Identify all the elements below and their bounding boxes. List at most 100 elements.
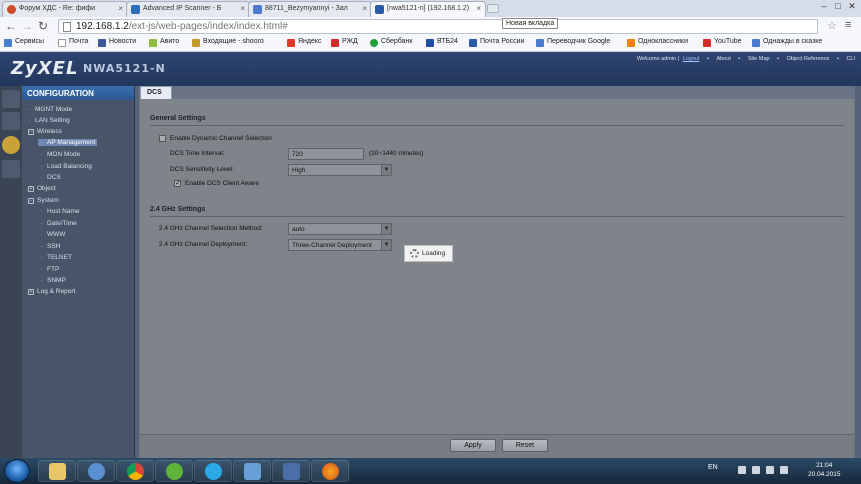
close-tab-icon[interactable]: × xyxy=(118,4,123,13)
bookmark-star-icon[interactable]: ☆ xyxy=(827,19,837,32)
close-tab-icon[interactable]: × xyxy=(362,4,367,13)
url-path: /ext-js/web-pages/index/index.html# xyxy=(128,21,288,32)
back-icon[interactable]: ← xyxy=(5,19,17,33)
object-reference-link[interactable]: ▪ Object Reference xyxy=(777,56,829,62)
about-link[interactable]: ▪ About xyxy=(707,56,731,62)
tab-dcs[interactable]: DCS xyxy=(140,86,172,99)
browser-tab-active[interactable]: [nwa5121-n] (192.168.1.2) × xyxy=(370,1,486,17)
bookmark-item[interactable]: РЖД xyxy=(331,38,358,47)
close-window-icon[interactable]: ✕ xyxy=(845,1,859,12)
maximize-icon[interactable]: □ xyxy=(831,1,845,11)
expand-icon[interactable]: + xyxy=(28,186,34,192)
sidebar-item-load-balancing[interactable]: · Load Balancing xyxy=(40,163,91,170)
bookmark-item[interactable]: Входящие - shooro xyxy=(192,38,264,47)
chevron-down-icon: ▼ xyxy=(381,165,391,175)
folder-icon xyxy=(49,463,66,480)
sidebar-item-label: LAN Setting xyxy=(35,117,70,124)
tray-up-arrow-icon[interactable] xyxy=(738,466,746,474)
bookmark-item[interactable]: Новости xyxy=(98,38,136,47)
taskbar-app-paint[interactable] xyxy=(272,460,310,482)
sidebar-item-lan-setting[interactable]: · LAN Setting xyxy=(28,117,70,124)
sidebar-item-www[interactable]: · WWW xyxy=(40,231,65,238)
channel-deployment-select[interactable]: Three-Channel Deployment ▼ xyxy=(288,239,392,251)
browser-tab[interactable]: Форум ХДС - Re: фифи × xyxy=(2,1,128,17)
bookmark-item[interactable]: Почта России xyxy=(469,38,525,47)
sidebar-item-telnet[interactable]: · TELNET xyxy=(40,254,72,261)
bullet-icon: · xyxy=(40,220,43,227)
dcs-interval-input[interactable]: 720 xyxy=(288,148,364,160)
sidebar-item-snmp[interactable]: · SNMP xyxy=(40,277,65,284)
action-center-icon[interactable] xyxy=(752,466,760,474)
sidebar-item-mgnt-mode[interactable]: · MGNT Mode xyxy=(28,106,72,113)
channel-method-select[interactable]: auto ▼ xyxy=(288,223,392,235)
sidebar-item-dcs[interactable]: · DCS xyxy=(40,174,60,181)
clock[interactable]: 21:04 20.04.2015 xyxy=(808,461,841,479)
minimize-icon[interactable]: – xyxy=(817,1,831,11)
sidebar-item-host-name[interactable]: · Host Name xyxy=(40,208,79,215)
bookmark-label: Почта России xyxy=(480,38,525,45)
taskbar-app-utorrent[interactable] xyxy=(155,460,193,482)
bookmark-item[interactable]: Сервисы xyxy=(4,38,44,47)
close-tab-icon[interactable]: × xyxy=(240,4,245,13)
bookmark-item[interactable]: Сбербанк xyxy=(370,38,412,47)
sidebar-item-ssh[interactable]: · SSH xyxy=(40,243,60,250)
expand-icon[interactable]: + xyxy=(28,289,34,295)
browser-tab[interactable]: 88711_Bezymyannyi - Зал × xyxy=(248,1,372,17)
sidebar-item-ftp[interactable]: · FTP xyxy=(40,266,59,273)
sidebar-item-mon-mode[interactable]: · MON Mode xyxy=(40,151,80,158)
bookmark-item[interactable]: YouTube xyxy=(703,38,742,47)
logout-link[interactable]: Logout xyxy=(683,56,700,62)
browser-tab[interactable]: Advanced IP Scanner - Б × xyxy=(126,1,250,17)
dcs-sensitivity-select[interactable]: High ▼ xyxy=(288,164,392,176)
sidebar-item-system[interactable]: − System xyxy=(28,197,59,204)
chevron-down-icon: ▼ xyxy=(381,240,391,250)
bullet-icon: · xyxy=(40,139,43,146)
bookmark-item[interactable]: Одноклассники xyxy=(627,38,688,47)
sitemap-link[interactable]: ▪ Site Map xyxy=(738,56,769,62)
collapse-icon[interactable]: − xyxy=(28,129,34,135)
reload-icon[interactable]: ↻ xyxy=(38,19,48,33)
new-tab-button[interactable] xyxy=(487,4,499,13)
enable-dcs-checkbox[interactable] xyxy=(159,135,166,142)
taskbar-app-explorer[interactable] xyxy=(38,460,76,482)
bookmark-item[interactable]: Авито xyxy=(149,38,179,47)
apply-button[interactable]: Apply xyxy=(450,439,496,452)
dashboard-icon[interactable] xyxy=(2,90,20,108)
menu-icon[interactable]: ≡ xyxy=(845,19,851,31)
client-aware-checkbox[interactable]: ✓ xyxy=(174,180,181,187)
close-tab-icon[interactable]: × xyxy=(476,4,481,13)
sidebar-item-date-time[interactable]: · Date/Time xyxy=(40,220,76,227)
sidebar-item-log-report[interactable]: + Log & Report xyxy=(28,288,75,295)
sitemap-label: Site Map xyxy=(747,56,770,62)
forward-icon[interactable]: → xyxy=(21,19,33,33)
sidebar-item-wireless[interactable]: − Wireless xyxy=(28,128,62,135)
collapse-icon[interactable]: − xyxy=(28,198,34,204)
bookmark-item[interactable]: Почта xyxy=(58,38,88,47)
taskbar-app-chrome[interactable] xyxy=(116,460,154,482)
sidebar-item-object[interactable]: + Object xyxy=(28,185,56,192)
taskbar-app-firefox[interactable] xyxy=(311,460,349,482)
site-favicon-icon xyxy=(131,5,140,14)
taskbar-app-network[interactable] xyxy=(77,460,115,482)
sidebar-item-ap-management[interactable]: · AP Management xyxy=(38,139,98,146)
bookmark-label: РЖД xyxy=(342,38,358,45)
volume-icon[interactable] xyxy=(780,466,788,474)
start-button[interactable] xyxy=(4,459,30,483)
network-tray-icon[interactable] xyxy=(766,466,774,474)
configuration-gear-icon[interactable] xyxy=(2,136,20,154)
cli-label: CLI xyxy=(846,56,855,62)
reset-button[interactable]: Reset xyxy=(502,439,548,452)
bookmark-item[interactable]: ВТБ24 xyxy=(426,38,458,47)
divider xyxy=(150,125,844,126)
bookmark-item[interactable]: Переводчик Google xyxy=(536,38,610,47)
language-indicator[interactable]: EN xyxy=(708,464,718,471)
about-label: About xyxy=(716,56,731,62)
bookmark-item[interactable]: Однажды в сказке xyxy=(752,38,822,47)
taskbar-app-skype[interactable] xyxy=(194,460,232,482)
taskbar-app-scanner[interactable] xyxy=(233,460,271,482)
maintenance-icon[interactable] xyxy=(2,160,20,178)
bookmark-item[interactable]: Яндекс xyxy=(287,38,322,47)
cli-link[interactable]: ▪ CLI xyxy=(837,56,855,62)
monitor-icon[interactable] xyxy=(2,112,20,130)
address-bar[interactable]: 192.168.1.2/ext-js/web-pages/index/index… xyxy=(58,19,818,34)
